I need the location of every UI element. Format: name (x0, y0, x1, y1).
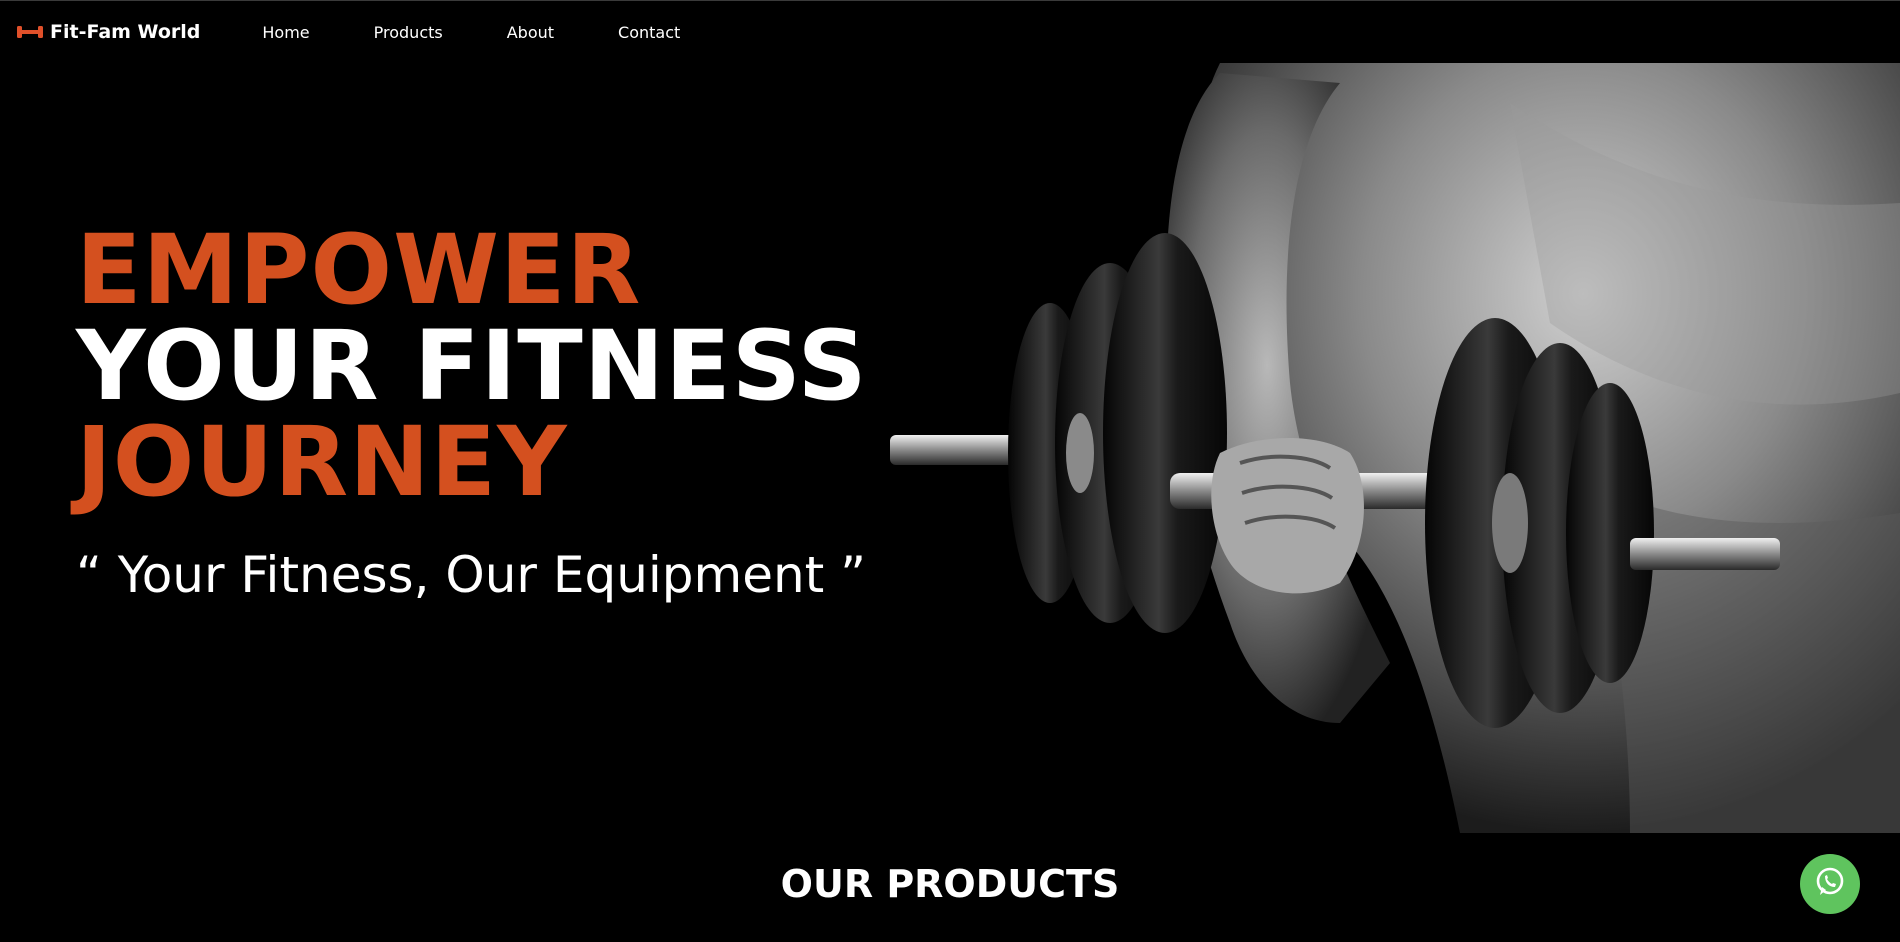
headline-line-3: JOURNEY (76, 406, 568, 518)
nav-about[interactable]: About (507, 23, 554, 42)
nav-contact[interactable]: Contact (618, 23, 680, 42)
brand-name: Fit-Fam World (50, 21, 201, 43)
navbar: Fit-Fam World Home Products About Contac… (0, 1, 1900, 63)
headline-line-1: EMPOWER (76, 214, 642, 326)
hero-image (870, 63, 1900, 833)
whatsapp-icon (1813, 865, 1847, 903)
hero-photo (870, 63, 1900, 833)
headline-line-2: YOUR FITNESS (76, 310, 868, 422)
brand-logo[interactable]: Fit-Fam World (16, 21, 200, 43)
dumbbell-icon (16, 21, 44, 43)
whatsapp-button[interactable] (1800, 854, 1860, 914)
nav-home[interactable]: Home (262, 23, 309, 42)
products-section-title: OUR PRODUCTS (780, 862, 1120, 906)
hero-tagline: “ Your Fitness, Our Equipment ” (76, 546, 867, 604)
nav-products[interactable]: Products (374, 23, 443, 42)
hero-section: EMPOWER YOUR FITNESS JOURNEY “ Your Fitn… (76, 222, 868, 604)
nav-links: Home Products About Contact (262, 23, 744, 42)
